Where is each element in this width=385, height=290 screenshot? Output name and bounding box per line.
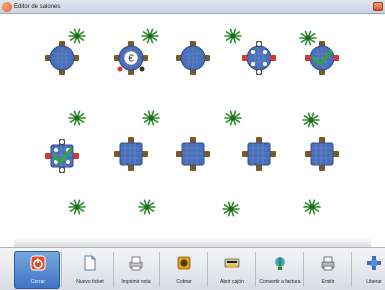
invoice-icon: [272, 255, 288, 271]
plant-icon: [301, 111, 321, 129]
toolbar-button-label: Cobrar: [176, 279, 192, 285]
square-table[interactable]: [304, 136, 340, 172]
square-table[interactable]: [241, 136, 277, 172]
toolbar-button-label: Abrir cajón: [220, 279, 244, 285]
plant-icon: [141, 109, 161, 127]
toolbar-button-label: Emitir: [321, 279, 335, 285]
open-drawer-icon: [224, 255, 240, 271]
plant-icon: [223, 27, 243, 45]
new-ticket-icon: [82, 255, 98, 271]
toolbar-button-release[interactable]: Liberar: [350, 251, 385, 289]
toolbar-button-new-ticket[interactable]: Nuevo ticket: [66, 251, 112, 289]
printer-icon: [320, 255, 336, 271]
svg-text:€: €: [128, 54, 134, 65]
round-table[interactable]: [44, 40, 80, 76]
round-table[interactable]: [241, 40, 277, 76]
plant-icon: [67, 109, 87, 127]
round-table[interactable]: [304, 40, 340, 76]
plant-icon: [302, 198, 322, 216]
bottom-toolbar: Cerrar Nuevo ticket Imprimir nota Cobrar Abr…: [0, 247, 385, 290]
square-table[interactable]: [113, 136, 149, 172]
round-table[interactable]: [175, 40, 211, 76]
toolbar-button-charge[interactable]: Cobrar: [160, 251, 206, 289]
round-table[interactable]: €: [113, 40, 149, 76]
toolbar-button-printer[interactable]: Emitir: [304, 251, 350, 289]
square-table[interactable]: [44, 138, 80, 174]
toolbar-button-label: Nuevo ticket: [76, 279, 104, 285]
toolbar-button-label: Imprimir nota: [121, 279, 151, 285]
power-icon: [30, 255, 46, 271]
plant-icon: [137, 198, 157, 216]
release-icon: [366, 255, 382, 271]
toolbar-button-power[interactable]: Cerrar: [14, 251, 60, 289]
window-title: Editor de salones: [14, 4, 61, 10]
toolbar-button-open-drawer[interactable]: Abrir cajón: [208, 251, 254, 289]
plant-icon: [223, 109, 243, 127]
toolbar-button-print-note[interactable]: Imprimir nota: [112, 251, 158, 289]
floor-bottom-edge: [14, 237, 371, 247]
toolbar-button-label: Cerrar: [30, 279, 46, 285]
toolbar-button-invoice[interactable]: Convertir a factura: [256, 251, 302, 289]
toolbar-button-label: Convertir a factura: [259, 279, 301, 285]
app-icon: [2, 2, 12, 12]
plant-icon: [67, 198, 87, 216]
print-note-icon: [128, 255, 144, 271]
toolbar-separator: [61, 252, 62, 287]
charge-icon: [176, 255, 192, 271]
square-table[interactable]: [175, 136, 211, 172]
window-titlebar: Editor de salones: [0, 0, 385, 14]
plant-icon: [221, 200, 241, 218]
toolbar-button-label: Liberar: [366, 279, 382, 285]
close-window-button[interactable]: [373, 2, 383, 11]
